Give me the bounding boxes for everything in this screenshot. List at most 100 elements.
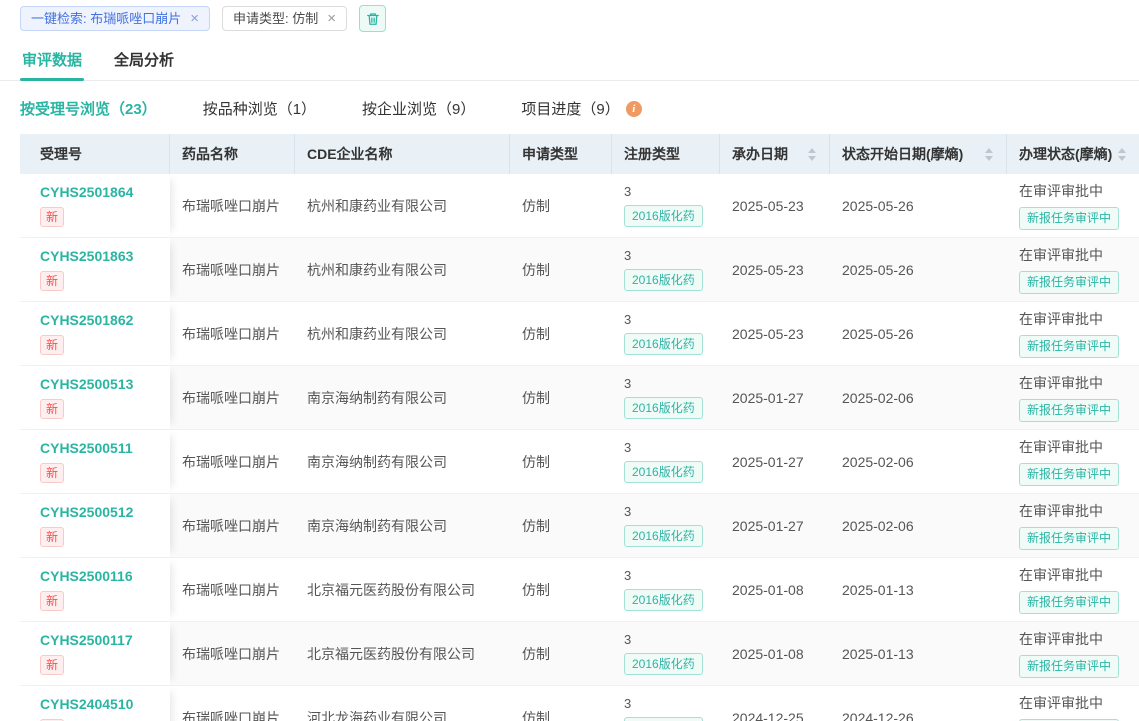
- cell-drug-name: 布瑞哌唑口崩片: [170, 302, 295, 365]
- column-header-status-start-date[interactable]: 状态开始日期(摩熵): [830, 134, 1007, 174]
- registration-type-number: 3: [624, 504, 631, 519]
- column-header-handling-status[interactable]: 办理状态(摩熵): [1007, 134, 1139, 174]
- tab-global-analysis[interactable]: 全局分析: [112, 40, 176, 80]
- registration-type-number: 3: [624, 376, 631, 391]
- company-name: 河北龙海药业有限公司: [307, 708, 447, 721]
- tag-close-icon[interactable]: [327, 11, 336, 26]
- cell-acceptance-number: CYHS2501864新: [20, 174, 170, 237]
- cell-handling-status: 在审评审批中新报任务审评中: [1007, 622, 1139, 685]
- cell-company-name: 杭州和康药业有限公司: [295, 238, 510, 301]
- handling-status-text: 在审评审批中: [1019, 501, 1103, 521]
- tag-close-icon[interactable]: [190, 11, 199, 26]
- column-header-acceptance-date[interactable]: 承办日期: [720, 134, 830, 174]
- cell-drug-name: 布瑞哌唑口崩片: [170, 238, 295, 301]
- cell-status-start-date: 2024-12-26: [830, 686, 1007, 721]
- registration-type-number: 3: [624, 248, 631, 263]
- registration-type-badge: 2016版化药: [624, 333, 703, 355]
- status-start-date: 2024-12-26: [842, 710, 914, 721]
- table-body: CYHS2501864新布瑞哌唑口崩片杭州和康药业有限公司仿制32016版化药2…: [20, 174, 1139, 721]
- sort-icon[interactable]: [985, 148, 993, 161]
- company-name: 杭州和康药业有限公司: [307, 260, 447, 280]
- acceptance-date: 2025-01-08: [732, 646, 804, 662]
- cell-acceptance-number: CYHS2404510新: [20, 686, 170, 721]
- table-row: CYHS2404510新布瑞哌唑口崩片河北龙海药业有限公司仿制32016版化药2…: [20, 686, 1139, 721]
- cell-handling-status: 在审评审批中新报任务审评中: [1007, 366, 1139, 429]
- registration-type-badge: 2016版化药: [624, 653, 703, 675]
- company-name: 杭州和康药业有限公司: [307, 324, 447, 344]
- subtab-project-progress[interactable]: 项目进度（9）: [521, 98, 641, 119]
- acceptance-number-link[interactable]: CYHS2500511: [40, 440, 133, 456]
- cell-handling-status: 在审评审批中新报任务审评中: [1007, 174, 1139, 237]
- sort-icon[interactable]: [1118, 148, 1126, 161]
- acceptance-number-link[interactable]: CYHS2404510: [40, 696, 133, 712]
- cell-application-type: 仿制: [510, 430, 612, 493]
- subtab-by-company[interactable]: 按企业浏览（9）: [362, 98, 475, 119]
- application-type: 仿制: [522, 708, 550, 721]
- cell-status-start-date: 2025-01-13: [830, 558, 1007, 621]
- cell-acceptance-number: CYHS2501862新: [20, 302, 170, 365]
- acceptance-number-link[interactable]: CYHS2500117: [40, 632, 133, 648]
- acceptance-date: 2024-12-25: [732, 710, 804, 721]
- cell-application-type: 仿制: [510, 238, 612, 301]
- acceptance-number-link[interactable]: CYHS2501862: [40, 312, 133, 328]
- cell-drug-name: 布瑞哌唑口崩片: [170, 494, 295, 557]
- cell-acceptance-number: CYHS2501863新: [20, 238, 170, 301]
- table-row: CYHS2500116新布瑞哌唑口崩片北京福元医药股份有限公司仿制32016版化…: [20, 558, 1139, 622]
- cell-drug-name: 布瑞哌唑口崩片: [170, 558, 295, 621]
- cell-handling-status: 在审评审批中新报任务审评中: [1007, 494, 1139, 557]
- cell-acceptance-number: CYHS2500511新: [20, 430, 170, 493]
- handling-status-badge: 新报任务审评中: [1019, 527, 1119, 549]
- main-tabs: 审评数据 全局分析: [0, 36, 1139, 81]
- acceptance-date: 2025-05-23: [732, 326, 804, 342]
- info-icon[interactable]: [626, 101, 642, 117]
- cell-application-type: 仿制: [510, 366, 612, 429]
- handling-status-text: 在审评审批中: [1019, 309, 1103, 329]
- drug-name: 布瑞哌唑口崩片: [182, 260, 280, 280]
- registration-type-badge: 2016版化药: [624, 525, 703, 547]
- status-start-date: 2025-05-26: [842, 326, 914, 342]
- filter-tag-label: 一键检索: 布瑞哌唑口崩片: [31, 12, 181, 25]
- handling-status-text: 在审评审批中: [1019, 245, 1103, 265]
- registration-type-number: 3: [624, 632, 631, 647]
- application-type: 仿制: [522, 516, 550, 536]
- new-badge: 新: [40, 527, 64, 547]
- acceptance-number-link[interactable]: CYHS2500116: [40, 568, 133, 584]
- cell-drug-name: 布瑞哌唑口崩片: [170, 622, 295, 685]
- application-type: 仿制: [522, 196, 550, 216]
- handling-status-badge: 新报任务审评中: [1019, 463, 1119, 485]
- registration-type-number: 3: [624, 312, 631, 327]
- acceptance-date: 2025-01-08: [732, 582, 804, 598]
- new-badge: 新: [40, 399, 64, 419]
- cell-status-start-date: 2025-05-26: [830, 302, 1007, 365]
- acceptance-number-link[interactable]: CYHS2500513: [40, 376, 133, 392]
- cell-registration-type: 32016版化药: [612, 558, 720, 621]
- cell-drug-name: 布瑞哌唑口崩片: [170, 174, 295, 237]
- application-type: 仿制: [522, 644, 550, 664]
- subtab-by-variety[interactable]: 按品种浏览（1）: [203, 98, 316, 119]
- application-type: 仿制: [522, 324, 550, 344]
- acceptance-date: 2025-05-23: [732, 198, 804, 214]
- acceptance-number-link[interactable]: CYHS2501864: [40, 184, 133, 200]
- company-name: 北京福元医药股份有限公司: [307, 580, 475, 600]
- acceptance-number-link[interactable]: CYHS2500512: [40, 504, 133, 520]
- cell-status-start-date: 2025-01-13: [830, 622, 1007, 685]
- handling-status-badge: 新报任务审评中: [1019, 399, 1119, 421]
- table-row: CYHS2500512新布瑞哌唑口崩片南京海纳制药有限公司仿制32016版化药2…: [20, 494, 1139, 558]
- column-header-registration-type: 注册类型: [612, 134, 720, 174]
- subtab-by-acceptance-number[interactable]: 按受理号浏览（23）: [20, 98, 157, 119]
- cell-drug-name: 布瑞哌唑口崩片: [170, 366, 295, 429]
- clear-filters-button[interactable]: [359, 5, 386, 32]
- subtab-label: 项目进度（9）: [521, 98, 619, 119]
- application-type: 仿制: [522, 452, 550, 472]
- handling-status-badge: 新报任务审评中: [1019, 591, 1119, 613]
- acceptance-number-link[interactable]: CYHS2501863: [40, 248, 133, 264]
- review-table: 受理号 药品名称 CDE企业名称 申请类型 注册类型 承办日期 状态开始日期(摩…: [20, 134, 1139, 721]
- registration-type-number: 3: [624, 440, 631, 455]
- company-name: 杭州和康药业有限公司: [307, 196, 447, 216]
- registration-type-badge: 2016版化药: [624, 589, 703, 611]
- sort-icon[interactable]: [808, 148, 816, 161]
- tab-review-data[interactable]: 审评数据: [20, 40, 84, 80]
- status-start-date: 2025-02-06: [842, 390, 914, 406]
- column-header-application-type: 申请类型: [510, 134, 612, 174]
- sub-tabs: 按受理号浏览（23） 按品种浏览（1） 按企业浏览（9） 项目进度（9）: [0, 81, 1139, 134]
